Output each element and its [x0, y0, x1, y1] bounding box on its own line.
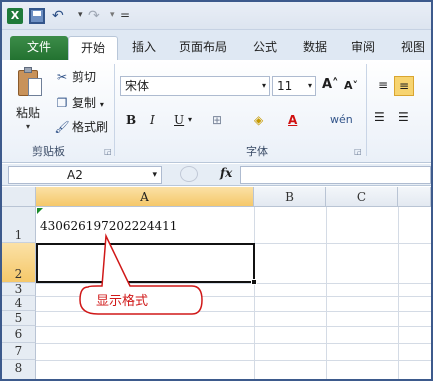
- excel-window: X ↶ ▾ ↷ ▾ = 文件 开始 插入 页面布局 公式 数据 审阅 视图 粘贴…: [0, 0, 433, 381]
- callout-annotation: [79, 233, 203, 315]
- callout-label: 显示格式: [96, 294, 149, 309]
